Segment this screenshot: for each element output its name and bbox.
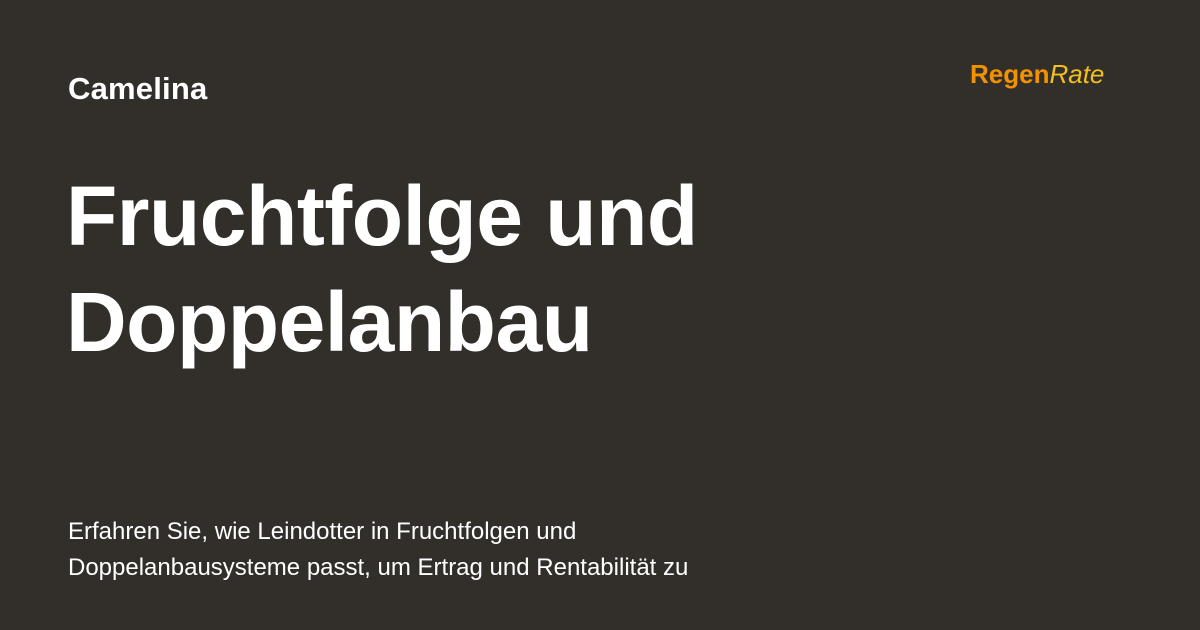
brand-logo-rate: Rate <box>1049 59 1105 89</box>
social-card: Camelina RegenRate Fruchtfolge und Doppe… <box>0 0 1200 630</box>
page-title-line-1: Fruchtfolge und <box>66 169 698 263</box>
page-title-line-2: Doppelanbau <box>66 275 593 369</box>
description: Erfahren Sie, wie Leindotter in Fruchtfo… <box>68 514 828 586</box>
page-title: Fruchtfolge und Doppelanbau <box>66 163 1066 375</box>
brand-logo: RegenRate <box>970 58 1104 90</box>
description-line-2: Doppelanbausysteme passt, um Ertrag und … <box>68 554 689 581</box>
brand-logo-regen: Regen <box>970 59 1050 89</box>
description-line-1: Erfahren Sie, wie Leindotter in Fruchtfo… <box>68 518 577 545</box>
category-label: Camelina <box>68 71 208 106</box>
